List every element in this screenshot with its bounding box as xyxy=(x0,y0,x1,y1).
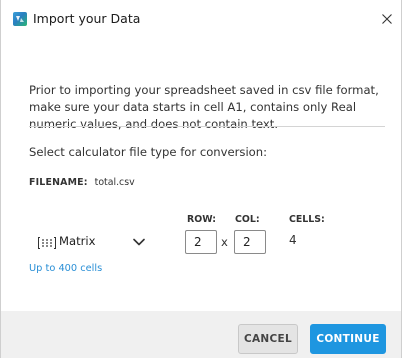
continue-button[interactable]: CONTINUE xyxy=(310,324,386,354)
divider xyxy=(29,126,385,127)
import-dialog: Import your Data Prior to importing your… xyxy=(0,0,402,358)
cols-input[interactable] xyxy=(234,230,266,254)
filename-label: FILENAME: xyxy=(29,177,88,188)
filename-value: total.csv xyxy=(94,177,135,188)
cell-limit-link[interactable]: Up to 400 cells xyxy=(29,263,102,274)
window-title: Import your Data xyxy=(33,11,141,26)
close-button[interactable] xyxy=(379,10,395,28)
ti-app-icon xyxy=(13,12,27,26)
times-sign: x xyxy=(221,235,228,249)
file-type-label: Select calculator file type for conversi… xyxy=(29,145,268,159)
close-icon xyxy=(382,14,392,24)
rows-input[interactable] xyxy=(185,230,217,254)
chevron-down-icon xyxy=(133,238,145,246)
file-type-select[interactable]: Matrix xyxy=(29,230,155,254)
matrix-icon xyxy=(37,235,57,249)
file-type-selected: Matrix xyxy=(59,234,96,248)
cells-header: CELLS: xyxy=(289,214,325,225)
row-header: ROW: xyxy=(187,214,216,225)
filename-row: FILENAME: total.csv xyxy=(29,177,135,188)
cells-count: 4 xyxy=(289,233,297,247)
dialog-footer: CANCEL CONTINUE xyxy=(1,311,401,358)
cancel-button[interactable]: CANCEL xyxy=(238,324,298,354)
col-header: COL: xyxy=(235,214,260,225)
title-bar: Import your Data xyxy=(1,0,401,40)
